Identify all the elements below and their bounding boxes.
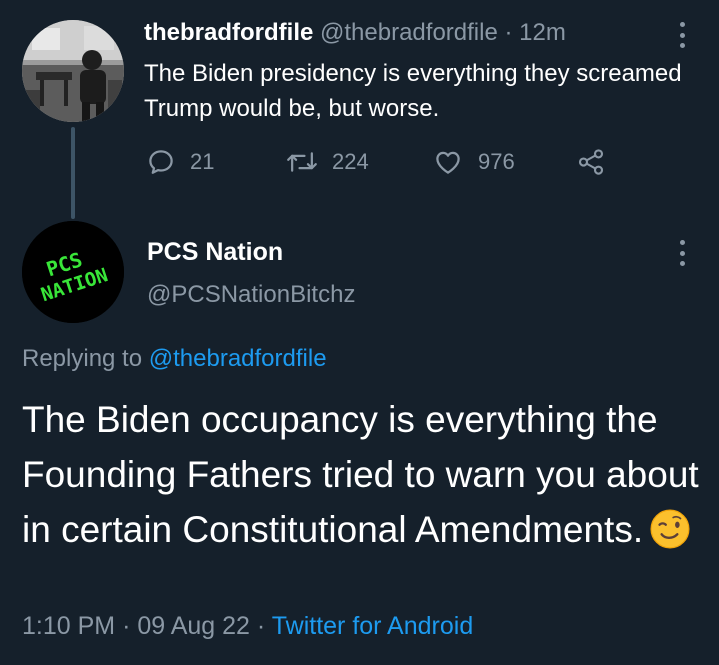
parent-tweet-actions: 21 224 976: [146, 145, 626, 179]
parent-display-name[interactable]: thebradfordfile: [144, 19, 313, 46]
like-count: 976: [478, 149, 515, 174]
tweet-thread: thebradfordfile @thebradfordfile · 12m T…: [0, 0, 719, 665]
replying-to-line: Replying to @thebradfordfile: [22, 343, 327, 375]
tweet-metadata: 1:10 PM · 09 Aug 22 · Twitter for Androi…: [22, 609, 473, 643]
retweet-count: 224: [332, 149, 369, 174]
reply-tweet-body: The Biden occupancy is everything the Fo…: [22, 392, 702, 565]
more-options-icon[interactable]: [678, 22, 686, 48]
tweet-source[interactable]: Twitter for Android: [272, 612, 473, 640]
pcs-nation-logo: PCS NATION: [22, 221, 124, 323]
tweet-date[interactable]: 09 Aug 22: [137, 612, 250, 640]
replying-to-mention[interactable]: @thebradfordfile: [149, 345, 327, 372]
replying-to-label: Replying to: [22, 345, 143, 372]
parent-tweet-header: thebradfordfile @thebradfordfile · 12m: [144, 18, 664, 48]
thread-connector-line: [71, 127, 75, 219]
share-icon: [578, 149, 604, 175]
like-icon: [436, 151, 460, 174]
retweet-icon: [287, 152, 317, 172]
more-options-icon[interactable]: [678, 240, 686, 266]
reply-count: 21: [190, 149, 215, 174]
like-button[interactable]: 976: [432, 145, 515, 179]
share-button[interactable]: [576, 145, 606, 179]
parent-timestamp[interactable]: 12m: [519, 19, 566, 46]
avatar-thebradfordfile[interactable]: [22, 20, 124, 122]
retweet-button[interactable]: 224: [286, 145, 369, 179]
meta-separator: ·: [122, 612, 131, 640]
reply-tweet-text: The Biden occupancy is everything the Fo…: [22, 399, 699, 550]
avatar-photo: [22, 20, 124, 122]
tweet-time[interactable]: 1:10 PM: [22, 612, 115, 640]
parent-tweet-text: The Biden presidency is everything they …: [144, 60, 682, 122]
parent-handle[interactable]: @thebradfordfile: [320, 19, 498, 46]
wink-emoji-icon: [649, 508, 691, 565]
reply-handle[interactable]: @PCSNationBitchz: [147, 279, 355, 311]
reply-display-name[interactable]: PCS Nation: [147, 236, 283, 268]
reply-icon: [149, 150, 173, 174]
meta-separator: ·: [256, 612, 266, 640]
avatar-pcs-nation[interactable]: PCS NATION: [22, 221, 124, 323]
header-separator: ·: [504, 19, 513, 46]
reply-button[interactable]: 21: [146, 145, 214, 179]
